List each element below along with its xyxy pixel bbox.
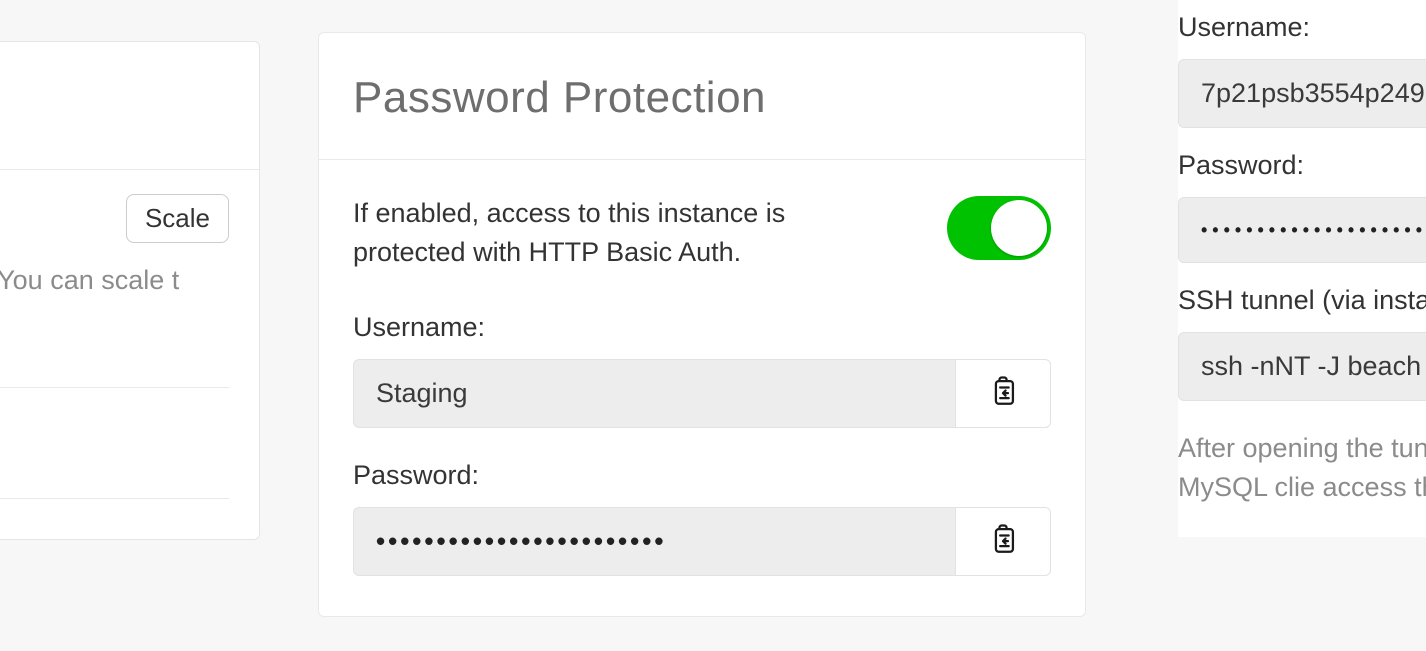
clipboard-icon [986,374,1020,413]
password-protection-toggle[interactable] [947,196,1051,260]
password-value: •••••••••••••••••••••••• [353,507,955,576]
left-divider-2 [0,498,229,499]
username-value: Staging [353,359,955,428]
toggle-knob [991,200,1047,256]
password-protection-card: Password Protection If enabled, access t… [318,32,1086,617]
right-password-value: •••••••••••••••••••• [1178,197,1426,263]
card-title: Password Protection [353,73,1051,123]
right-password-label: Password: [1178,150,1426,181]
left-panel: Scale run in parallel to bility. You can… [0,41,260,540]
scale-button[interactable]: Scale [126,194,229,243]
left-divider [0,387,229,388]
clipboard-icon [986,522,1020,561]
right-username-value: 7p21psb3554p249 [1178,59,1426,128]
password-label: Password: [353,460,1051,491]
right-panel: Username: 7p21psb3554p249 Password: ••••… [1178,0,1426,537]
copy-password-button[interactable] [955,507,1051,576]
ssh-tunnel-value: ssh -nNT -J beach [1178,332,1426,401]
left-top-section [0,42,259,170]
copy-username-button[interactable] [955,359,1051,428]
right-note: After opening the tunn using any MySQL c… [1178,429,1426,507]
toggle-description: If enabled, access to this instance is p… [353,194,873,272]
left-description: run in parallel to bility. You can scale… [0,261,229,339]
username-label: Username: [353,312,1051,343]
right-username-label: Username: [1178,12,1426,43]
ssh-tunnel-label: SSH tunnel (via instan [1178,285,1426,316]
